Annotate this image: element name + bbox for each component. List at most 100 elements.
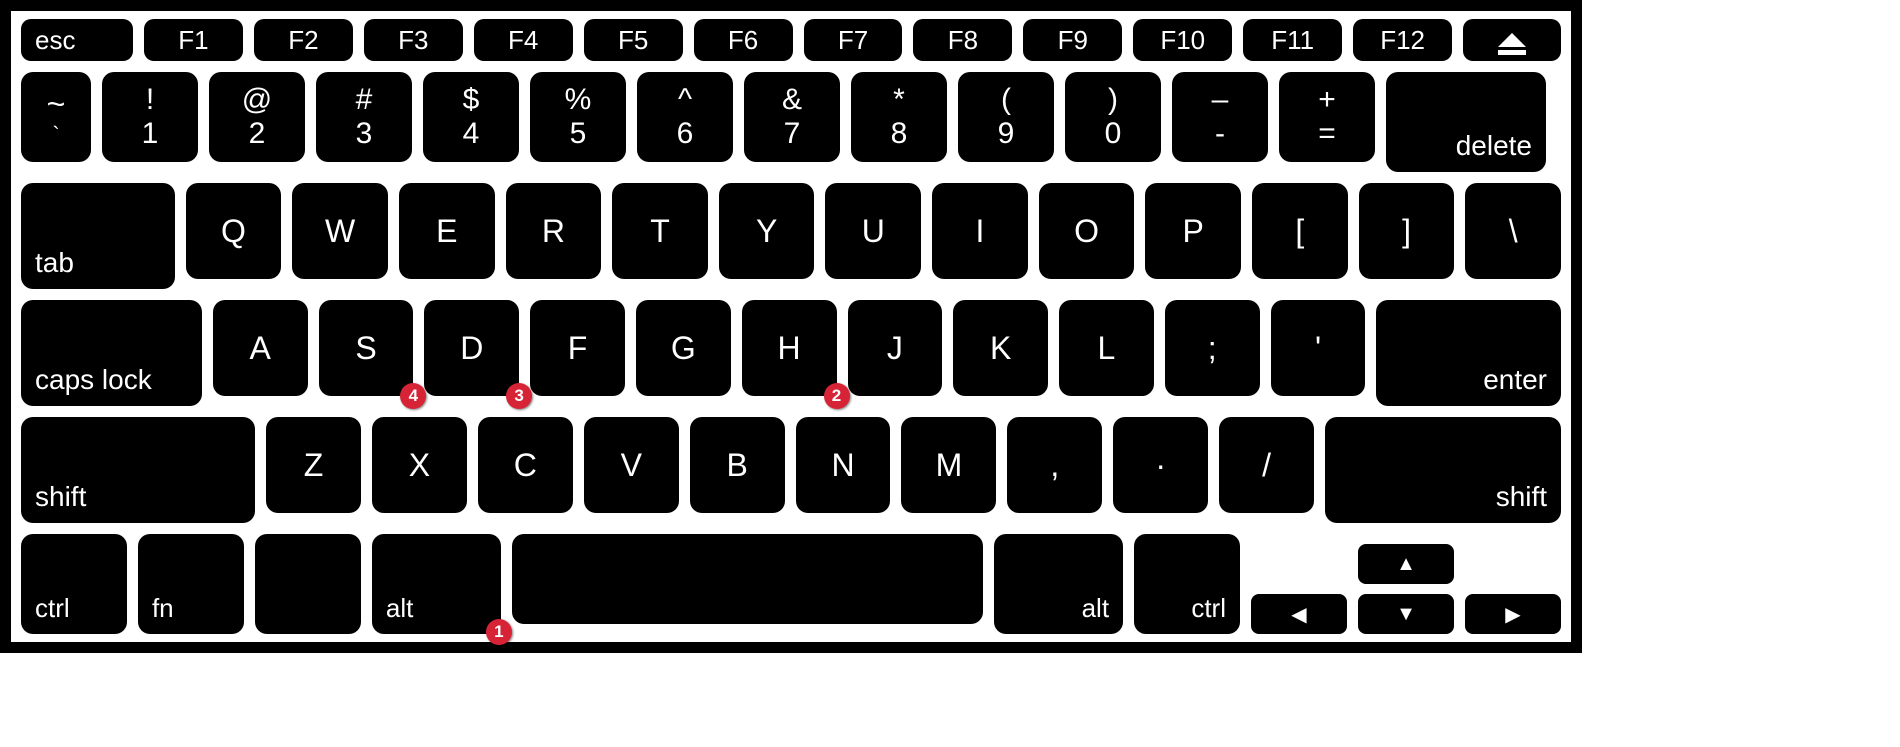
key-3[interactable]: #3 — [316, 72, 412, 162]
key-8[interactable]: *8 — [851, 72, 947, 162]
key-label: L — [1098, 330, 1116, 367]
key-arrow-down[interactable]: ▼ — [1358, 594, 1454, 634]
key-arrow-up[interactable]: ▲ — [1358, 544, 1454, 584]
key-s[interactable]: S 4 — [319, 300, 414, 396]
key-f2[interactable]: F2 — [254, 19, 353, 61]
key-label: S — [355, 330, 376, 367]
key-shift-left[interactable]: shift — [21, 417, 255, 523]
key-o[interactable]: O — [1039, 183, 1135, 279]
key-label: F8 — [948, 25, 978, 56]
key-r[interactable]: R — [506, 183, 602, 279]
key-g[interactable]: G — [636, 300, 731, 396]
key-u[interactable]: U — [825, 183, 921, 279]
key-label: \ — [1509, 213, 1518, 250]
key-f[interactable]: F — [530, 300, 625, 396]
key-f4[interactable]: F4 — [474, 19, 573, 61]
key-label-upper: % — [565, 85, 592, 115]
key-n[interactable]: N — [796, 417, 891, 513]
key-4[interactable]: $4 — [423, 72, 519, 162]
key-f5[interactable]: F5 — [584, 19, 683, 61]
key-m[interactable]: M — [901, 417, 996, 513]
key-minus[interactable]: –- — [1172, 72, 1268, 162]
key-label-upper: + — [1318, 85, 1336, 115]
key-a[interactable]: A — [213, 300, 308, 396]
key-v[interactable]: V — [584, 417, 679, 513]
key-7[interactable]: &7 — [744, 72, 840, 162]
key-alt-right[interactable]: alt — [994, 534, 1123, 634]
key-eject[interactable] — [1463, 19, 1561, 61]
key-label: X — [409, 447, 430, 484]
key-f6[interactable]: F6 — [694, 19, 793, 61]
key-enter[interactable]: enter — [1376, 300, 1561, 406]
key-blank[interactable] — [255, 534, 361, 634]
key-l[interactable]: L — [1059, 300, 1154, 396]
key-alt-left[interactable]: alt 1 — [372, 534, 501, 634]
key-y[interactable]: Y — [719, 183, 815, 279]
key-semicolon[interactable]: ; — [1165, 300, 1260, 396]
key-backslash[interactable]: \ — [1465, 183, 1561, 279]
key-c[interactable]: C — [478, 417, 573, 513]
key-f8[interactable]: F8 — [913, 19, 1012, 61]
key-right-bracket[interactable]: ] — [1359, 183, 1455, 279]
key-arrow-right[interactable]: ▶ — [1465, 594, 1561, 634]
key-label: I — [976, 213, 985, 250]
key-quote[interactable]: ' — [1271, 300, 1366, 396]
key-esc[interactable]: esc — [21, 19, 133, 61]
key-label: W — [325, 213, 355, 250]
key-label: Q — [221, 213, 246, 250]
key-label: / — [1262, 447, 1271, 484]
key-j[interactable]: J — [848, 300, 943, 396]
key-e[interactable]: E — [399, 183, 495, 279]
key-t[interactable]: T — [612, 183, 708, 279]
key-6[interactable]: ^6 — [637, 72, 733, 162]
key-caps-lock[interactable]: caps lock — [21, 300, 202, 406]
key-k[interactable]: K — [953, 300, 1048, 396]
key-f11[interactable]: F11 — [1243, 19, 1342, 61]
key-tab[interactable]: tab — [21, 183, 175, 289]
key-p[interactable]: P — [1145, 183, 1241, 279]
key-f9[interactable]: F9 — [1023, 19, 1122, 61]
key-label: alt — [1082, 593, 1109, 624]
key-label: ctrl — [35, 593, 70, 624]
key-left-bracket[interactable]: [ — [1252, 183, 1348, 279]
key-d[interactable]: D 3 — [424, 300, 519, 396]
key-q[interactable]: Q — [186, 183, 282, 279]
key-2[interactable]: @2 — [209, 72, 305, 162]
key-5[interactable]: %5 — [530, 72, 626, 162]
key-h[interactable]: H 2 — [742, 300, 837, 396]
key-label-lower: 4 — [463, 119, 480, 149]
key-period[interactable]: · — [1113, 417, 1208, 513]
key-ctrl-right[interactable]: ctrl — [1134, 534, 1240, 634]
key-label: E — [436, 213, 457, 250]
key-equals[interactable]: += — [1279, 72, 1375, 162]
key-f12[interactable]: F12 — [1353, 19, 1452, 61]
key-0[interactable]: )0 — [1065, 72, 1161, 162]
key-w[interactable]: W — [292, 183, 388, 279]
key-slash[interactable]: / — [1219, 417, 1314, 513]
key-i[interactable]: I — [932, 183, 1028, 279]
key-fn[interactable]: fn — [138, 534, 244, 634]
key-comma[interactable]: , — [1007, 417, 1102, 513]
key-label: K — [990, 330, 1011, 367]
key-ctrl-left[interactable]: ctrl — [21, 534, 127, 634]
key-9[interactable]: (9 — [958, 72, 1054, 162]
key-x[interactable]: X — [372, 417, 467, 513]
key-delete[interactable]: delete — [1386, 72, 1546, 172]
key-space[interactable] — [512, 534, 983, 624]
key-backtick[interactable]: ~` — [21, 72, 91, 162]
key-shift-right[interactable]: shift — [1325, 417, 1561, 523]
key-label: P — [1183, 213, 1204, 250]
key-arrow-left[interactable]: ◀ — [1251, 594, 1347, 634]
key-z[interactable]: Z — [266, 417, 361, 513]
key-f3[interactable]: F3 — [364, 19, 463, 61]
key-b[interactable]: B — [690, 417, 785, 513]
key-label-upper: & — [782, 85, 802, 115]
key-f10[interactable]: F10 — [1133, 19, 1232, 61]
key-label: F7 — [838, 25, 868, 56]
key-f7[interactable]: F7 — [804, 19, 903, 61]
key-label-lower: 9 — [998, 119, 1015, 149]
key-label: esc — [35, 25, 75, 56]
key-1[interactable]: !1 — [102, 72, 198, 162]
key-f1[interactable]: F1 — [144, 19, 243, 61]
annotation-badge-1: 1 — [486, 619, 512, 645]
